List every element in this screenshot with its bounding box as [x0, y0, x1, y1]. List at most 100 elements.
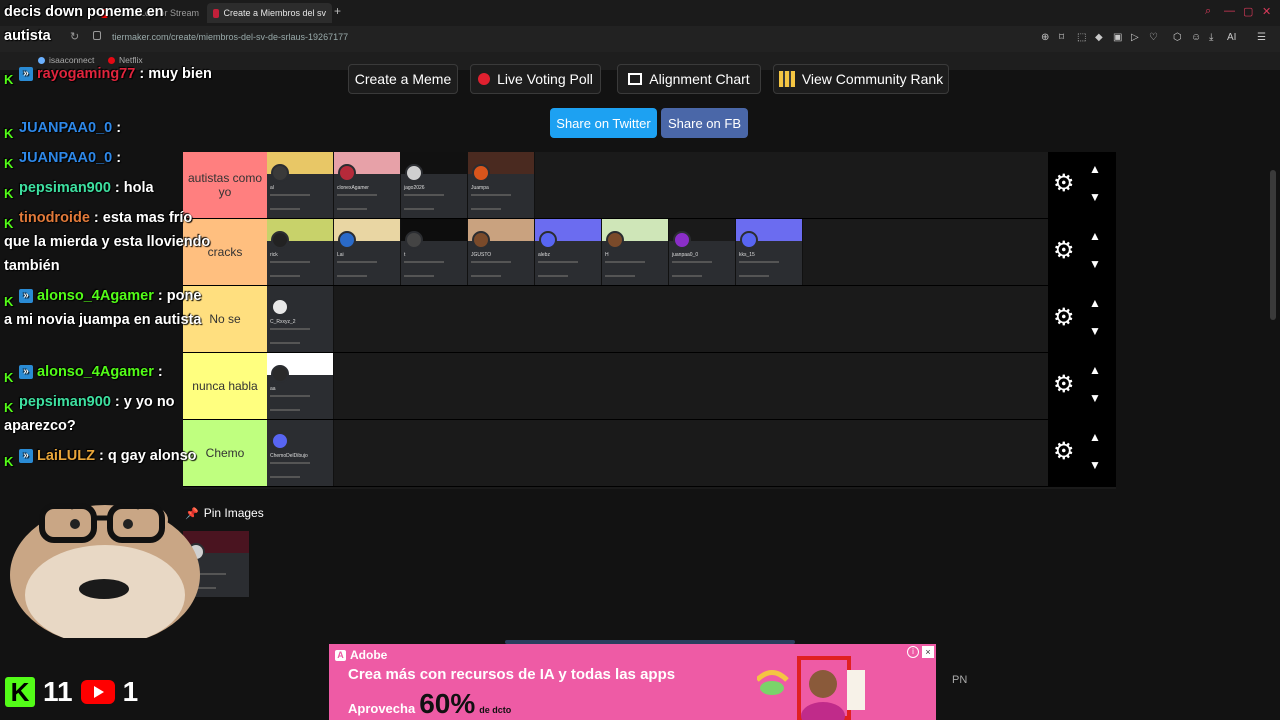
chat-username[interactable]: pepsiman900 — [19, 180, 111, 196]
move-down-icon[interactable]: ▼ — [1089, 458, 1101, 472]
tier-item-image[interactable]: aa — [267, 353, 334, 419]
ad-banner[interactable]: A Adobe Crea más con recursos de IA y to… — [329, 644, 936, 720]
profile-icon[interactable]: ☺ — [1191, 32, 1201, 43]
profile-text-line — [404, 275, 434, 277]
profile-text-line — [337, 261, 377, 263]
profile-text-line — [471, 208, 501, 210]
move-up-icon[interactable]: ▲ — [1089, 229, 1101, 243]
gear-icon[interactable]: ⚙ — [1053, 306, 1075, 330]
alignment-chart-label: Alignment Chart — [649, 71, 750, 87]
gear-icon[interactable]: ⚙ — [1053, 440, 1075, 464]
chat-message: K JUANPAA0_0 : — [4, 116, 212, 141]
tier-list: autistas como yo al clonexAgamer jago2026 Ju… — [183, 152, 1116, 489]
tier-row: cracks rick Lai t JGUSTO alebz Hjuanpaa0_0 kks_… — [183, 219, 1116, 286]
tier-item-image[interactable]: H — [602, 219, 669, 285]
minimize-icon[interactable]: — — [1224, 5, 1235, 17]
chat-username[interactable]: JUANPAA0_0 — [19, 150, 112, 166]
chat-text: : hola — [114, 180, 154, 196]
close-window-icon[interactable]: ✕ — [1262, 5, 1271, 18]
live-voting-poll-button[interactable]: Live Voting Poll — [470, 64, 601, 94]
profile-name: Juampa — [471, 185, 489, 191]
profile-name: Lai — [337, 252, 344, 258]
subscriber-badge-icon: » — [19, 449, 33, 464]
menu-icon[interactable]: ☰ — [1257, 32, 1266, 43]
gear-icon[interactable]: ⚙ — [1053, 172, 1075, 196]
kick-badge-icon: K — [4, 399, 14, 415]
gear-icon[interactable]: ⚙ — [1053, 239, 1075, 263]
share-facebook-button[interactable]: Share on FB — [661, 108, 748, 138]
profile-name: jago2026 — [404, 185, 425, 191]
tier-item-image[interactable]: t — [401, 219, 468, 285]
heart-icon[interactable]: ♡ — [1149, 32, 1158, 43]
move-down-icon[interactable]: ▼ — [1089, 324, 1101, 338]
avatar — [338, 231, 356, 249]
shield-icon[interactable]: ◆ — [1095, 32, 1103, 43]
subscriber-badge-icon: » — [19, 365, 33, 380]
profile-name: C_Rxxyz_2 — [270, 319, 296, 325]
chat-username[interactable]: pepsiman900 — [19, 394, 111, 410]
grid-icon — [628, 73, 643, 85]
move-up-icon[interactable]: ▲ — [1089, 363, 1101, 377]
tier-item-image[interactable]: alebz — [535, 219, 602, 285]
chat-text: : — [157, 364, 163, 380]
ad-discount-suffix: de dcto — [479, 705, 512, 715]
play-icon[interactable]: ▷ — [1131, 32, 1139, 43]
share-twitter-button[interactable]: Share on Twitter — [550, 108, 657, 138]
tier-item-image[interactable]: al — [267, 152, 334, 218]
alignment-chart-button[interactable]: Alignment Chart — [617, 64, 761, 94]
move-up-icon[interactable]: ▲ — [1089, 296, 1101, 310]
tier-items: ChemoDelDibujo — [267, 420, 334, 486]
chat-username[interactable]: JUANPAA0_0 — [19, 120, 112, 136]
youtube-logo-icon — [80, 680, 115, 704]
chat-username[interactable]: alonso_4Agamer — [37, 364, 154, 380]
viewer-stats: K 11 1 — [0, 672, 138, 712]
chat-message: Kpepsiman900 : y yo no aparezco? — [4, 390, 212, 438]
tier-item-image[interactable]: kks_15 — [736, 219, 803, 285]
chat-username[interactable]: rayogaming77 — [37, 66, 135, 82]
download-icon[interactable]: ⤓ — [1209, 32, 1213, 43]
ai-assistant-icon[interactable]: AI — [1227, 32, 1236, 43]
move-up-icon[interactable]: ▲ — [1089, 162, 1101, 176]
gear-icon[interactable]: ⚙ — [1053, 373, 1075, 397]
share-twitter-label: Share on Twitter — [556, 115, 651, 131]
move-up-icon[interactable]: ▲ — [1089, 430, 1101, 444]
tier-item-image[interactable]: jago2026 — [401, 152, 468, 218]
camera-icon[interactable]: ▣ — [1113, 32, 1122, 43]
move-down-icon[interactable]: ▼ — [1089, 391, 1101, 405]
chat-username[interactable]: alonso_4Agamer — [37, 288, 154, 304]
ad-info-icon[interactable]: i — [907, 646, 919, 658]
tier-controls: ⚙ ▲ ▼ — [1048, 152, 1116, 218]
new-tab-button[interactable]: + — [334, 4, 341, 18]
extensions-icon[interactable]: ⬡ — [1173, 32, 1182, 43]
kick-badge-icon: K — [4, 293, 14, 309]
profile-text-line — [471, 261, 511, 263]
tier-item-image[interactable]: Juampa — [468, 152, 535, 218]
tier-item-image[interactable]: juanpaa0_0 — [669, 219, 736, 285]
profile-name: t — [404, 252, 406, 258]
tier-item-image[interactable]: JGUSTO — [468, 219, 535, 285]
chat-username[interactable]: LaiLULZ — [37, 448, 95, 464]
search-icon[interactable]: ⌕ — [1205, 5, 1211, 18]
tier-item-image[interactable]: rick — [267, 219, 334, 285]
view-community-rank-button[interactable]: View Community Rank — [773, 64, 949, 94]
tier-row: autistas como yo al clonexAgamer jago2026 Ju… — [183, 152, 1116, 219]
maximize-icon[interactable]: ▢ — [1243, 5, 1253, 18]
chat-username[interactable]: tinodroide — [19, 210, 90, 226]
move-down-icon[interactable]: ▼ — [1089, 257, 1101, 271]
tier-item-image[interactable]: ChemoDelDibujo — [267, 420, 334, 486]
move-down-icon[interactable]: ▼ — [1089, 190, 1101, 204]
create-meme-button[interactable]: Create a Meme — [348, 64, 458, 94]
profile-text-line — [337, 194, 377, 196]
vertical-scrollbar[interactable] — [1270, 170, 1276, 320]
record-dot-icon — [478, 73, 491, 85]
ad-close-icon[interactable]: × — [922, 646, 934, 658]
bookmark-icon[interactable]: ⌑ — [1059, 32, 1064, 43]
screenshot-icon[interactable]: ⬚ — [1077, 32, 1086, 43]
tier-item-image[interactable]: clonexAgamer — [334, 152, 401, 218]
tier-item-image[interactable]: C_Rxxyz_2 — [267, 286, 334, 352]
profile-name: alebz — [538, 252, 550, 258]
tab-tiermaker[interactable]: Create a Miembros del sv — [207, 3, 332, 23]
tier-item-image[interactable]: Lai — [334, 219, 401, 285]
page: Anime Lofi for Stream Create a Miembros … — [0, 0, 1280, 720]
zoom-icon[interactable]: ⊕ — [1041, 32, 1049, 43]
